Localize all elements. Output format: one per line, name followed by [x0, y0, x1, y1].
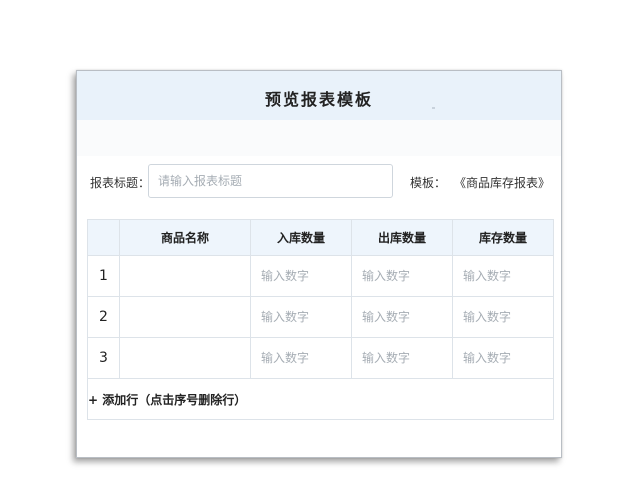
inventory-table-container: 商品名称 入库数量 出库数量 库存数量 1 2 [87, 219, 554, 420]
stock-qty-input[interactable] [453, 339, 553, 377]
report-title-input[interactable] [148, 164, 393, 198]
inbound-qty-input[interactable] [251, 339, 351, 377]
column-header-index [87, 219, 120, 256]
stock-qty-cell [452, 296, 554, 338]
dialog-header: 预览报表模板 [77, 71, 561, 120]
product-name-input[interactable] [120, 298, 250, 336]
product-name-input[interactable] [120, 257, 250, 295]
product-name-cell [119, 296, 251, 338]
header-mark [432, 107, 435, 109]
inbound-qty-cell [250, 255, 352, 297]
template-label: 模板： [410, 176, 447, 190]
outbound-qty-input[interactable] [352, 298, 452, 336]
column-header-stock-qty: 库存数量 [452, 219, 554, 256]
table-row: 2 [87, 296, 554, 338]
table-header-row: 商品名称 入库数量 出库数量 库存数量 [87, 219, 554, 256]
stock-qty-cell [452, 337, 554, 379]
inbound-qty-input[interactable] [251, 298, 351, 336]
column-header-outbound-qty: 出库数量 [351, 219, 453, 256]
outbound-qty-cell [351, 296, 453, 338]
stock-qty-input[interactable] [453, 298, 553, 336]
table-row: 1 [87, 255, 554, 297]
inbound-qty-input[interactable] [251, 257, 351, 295]
dialog-title: 预览报表模板 [264, 89, 373, 109]
inventory-table: 商品名称 入库数量 出库数量 库存数量 1 2 [87, 219, 554, 420]
add-row-row: + 添加行（点击序号删除行） [87, 378, 554, 420]
row-index-delete[interactable]: 2 [87, 296, 120, 338]
table-row: 3 [87, 337, 554, 379]
outbound-qty-input[interactable] [352, 339, 452, 377]
column-header-inbound-qty: 入库数量 [250, 219, 352, 256]
product-name-cell [119, 337, 251, 379]
column-header-product-name: 商品名称 [119, 219, 251, 256]
report-title-row: 报表标题： 模板： 《商品库存报表》 [77, 164, 561, 200]
preview-template-dialog: 预览报表模板 报表标题： 模板： 《商品库存报表》 商品名称 入库数量 出库数量 [76, 70, 562, 458]
inbound-qty-cell [250, 296, 352, 338]
outbound-qty-input[interactable] [352, 257, 452, 295]
header-spacer-band [77, 120, 561, 156]
outbound-qty-cell [351, 337, 453, 379]
template-name: 《商品库存报表》 [454, 176, 551, 190]
row-index-delete[interactable]: 1 [87, 255, 120, 297]
row-index-delete[interactable]: 3 [87, 337, 120, 379]
outbound-qty-cell [351, 255, 453, 297]
report-title-label: 报表标题： [90, 176, 151, 190]
product-name-input[interactable] [120, 339, 250, 377]
stock-qty-cell [452, 255, 554, 297]
stock-qty-input[interactable] [453, 257, 553, 295]
inbound-qty-cell [250, 337, 352, 379]
add-row-button[interactable]: + 添加行（点击序号删除行） [87, 378, 554, 420]
product-name-cell [119, 255, 251, 297]
